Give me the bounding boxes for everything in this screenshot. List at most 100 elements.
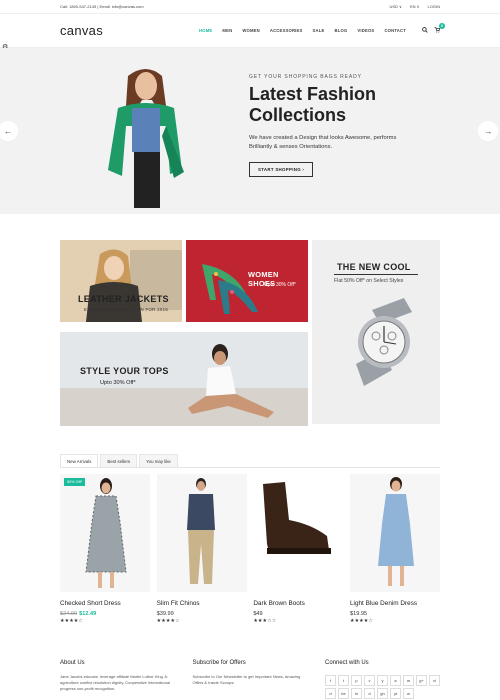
- women-shoes-banner[interactable]: WOMEN SHOES Upto 30% Off*: [186, 240, 308, 322]
- dribbble-icon[interactable]: d: [325, 688, 336, 699]
- product-image[interactable]: [156, 474, 247, 592]
- slim-fit-chinos-image: [186, 478, 215, 584]
- android-icon[interactable]: a: [390, 675, 401, 686]
- product-card[interactable]: Light Blue Denim Dress $19.95 ★★★★☆: [349, 474, 440, 624]
- facebook-icon[interactable]: f: [325, 675, 336, 686]
- women-shoes-subtitle: Upto 30% Off*: [264, 282, 296, 288]
- hero-model-image: [108, 69, 184, 208]
- myspace-icon[interactable]: m: [403, 675, 414, 686]
- product-name[interactable]: Checked Short Dress: [60, 600, 150, 607]
- nav-home[interactable]: HOME: [199, 28, 212, 33]
- sale-price: $12.49: [79, 611, 97, 617]
- slider-prev-arrow-icon[interactable]: ←: [0, 121, 18, 141]
- checked-dress-image: [85, 478, 127, 588]
- hero-description: We have created a Design that looks Awes…: [249, 135, 397, 150]
- product-image[interactable]: 50% Off*: [60, 474, 150, 592]
- cart-icon[interactable]: 0: [434, 22, 445, 35]
- yahoo-icon[interactable]: y: [377, 675, 388, 686]
- footer-connect: Connect with Us f t p v y a m g+ vi d be…: [325, 660, 440, 699]
- github-icon[interactable]: gh: [377, 688, 388, 699]
- google-plus-icon[interactable]: g+: [416, 675, 427, 686]
- wordpress-icon[interactable]: w: [403, 688, 414, 699]
- rating-stars: ★★★☆☆: [253, 619, 277, 624]
- product-card[interactable]: Dark Brown Boots $49 ★★★☆☆: [253, 474, 344, 624]
- product-price: $49: [253, 611, 263, 617]
- tab-you-may-like[interactable]: You may like: [139, 454, 178, 467]
- rating-stars: ★★★★☆: [156, 619, 180, 624]
- rating-stars: ★★★★☆: [349, 619, 373, 624]
- hero-eyebrow: GET YOUR SHOPPING BAGS READY: [249, 74, 362, 80]
- hero-slider: GET YOUR SHOPPING BAGS READY Latest Fash…: [0, 48, 500, 214]
- leather-jackets-subtitle: EXCLUSIVE COLLECTION FOR 2015: [84, 307, 169, 312]
- site-header: canvas HOME MEN WOMEN ACCESSORIES SALE B…: [0, 14, 500, 48]
- tab-best-sellers[interactable]: Best sellers: [100, 454, 138, 467]
- rating-stars: ★★★★☆: [60, 619, 84, 624]
- style-your-tops-title: STYLE YOUR TOPS: [80, 366, 169, 376]
- search-icon[interactable]: [422, 27, 428, 34]
- product-price: $19.95: [349, 611, 368, 617]
- footer-widgets: About Us Jane Jacobs educate, leverage a…: [60, 660, 440, 699]
- nav-videos[interactable]: VIDEOS: [357, 28, 374, 33]
- product-image[interactable]: [349, 474, 440, 592]
- product-card[interactable]: 50% Off* Checked Short Dress $24.99 $12.4…: [60, 474, 150, 624]
- tab-new-arrivals[interactable]: New Arrivals: [60, 454, 99, 467]
- product-name[interactable]: Slim Fit Chinos: [157, 600, 247, 607]
- style-your-tops-subtitle: Upto 30% Off*: [100, 380, 136, 386]
- nav-women[interactable]: WOMEN: [242, 28, 260, 33]
- cart-badge: 0: [439, 22, 445, 29]
- leather-jackets-title: LEATHER JACKETS: [78, 294, 169, 304]
- footer-about: About Us Jane Jacobs educate, leverage a…: [60, 660, 175, 699]
- delicious-icon[interactable]: t: [338, 675, 349, 686]
- product-price: $39.99: [156, 611, 174, 617]
- product-image[interactable]: [253, 474, 344, 592]
- footer-subscribe-text: Subscribe to Our Newsletter to get Impor…: [192, 674, 301, 685]
- footer-connect-title: Connect with Us: [325, 660, 369, 666]
- promo-grid: LEATHER JACKETS EXCLUSIVE COLLECTION FOR…: [60, 240, 440, 426]
- social-icons: f t p v y a m g+ vi d be in d gh yt w: [325, 675, 445, 699]
- nav-accessories[interactable]: ACCESSORIES: [270, 28, 303, 33]
- currency-select[interactable]: USD ∨: [389, 4, 401, 9]
- product-grid: 50% Off* Checked Short Dress $24.99 $12.4…: [60, 474, 440, 624]
- leather-jackets-banner[interactable]: LEATHER JACKETS EXCLUSIVE COLLECTION FOR…: [60, 240, 182, 322]
- style-your-tops-banner[interactable]: STYLE YOUR TOPS Upto 30% Off*: [60, 332, 308, 426]
- style-your-tops-image: [60, 332, 308, 426]
- hero-title-line1: Latest Fashion: [249, 84, 377, 104]
- behance-icon[interactable]: be: [338, 688, 349, 699]
- start-shopping-button[interactable]: START SHOPPING ›: [249, 162, 314, 177]
- sale-badge: 50% Off*: [64, 478, 86, 486]
- old-price: $24.99: [60, 611, 78, 617]
- vimeo-icon[interactable]: v: [364, 675, 375, 686]
- nav-men[interactable]: MEN: [222, 28, 232, 33]
- product-price: $24.99 $12.49: [60, 611, 150, 617]
- slider-next-arrow-icon[interactable]: →: [478, 121, 498, 141]
- language-select[interactable]: EN ∨: [410, 4, 420, 9]
- product-name[interactable]: Light Blue Denim Dress: [350, 600, 440, 607]
- contact-info: Call: 1800-547-2145 | Email: info@canvas…: [60, 4, 144, 9]
- hero-caption: GET YOUR SHOPPING BAGS READY Latest Fash…: [249, 74, 439, 177]
- top-bar: Call: 1800-547-2145 | Email: info@canvas…: [0, 0, 500, 14]
- footer-subscribe: Subscribe for Offers Subscribe to Our Ne…: [193, 660, 308, 699]
- footer-about-title: About Us: [60, 660, 85, 666]
- nav-sale[interactable]: SALE: [313, 28, 325, 33]
- paypal-icon[interactable]: p: [351, 675, 362, 686]
- product-name[interactable]: Dark Brown Boots: [253, 600, 343, 607]
- product-card[interactable]: Slim Fit Chinos $39.99 ★★★★☆: [156, 474, 247, 624]
- hero-title-line2: Collections: [249, 105, 347, 125]
- vine-icon[interactable]: vi: [429, 675, 440, 686]
- dark-brown-boots-image: [263, 482, 332, 554]
- footer-about-text: Jane Jacobs educate, leverage affiliate …: [60, 674, 170, 691]
- denim-dress-image: [377, 477, 414, 586]
- nav-contact[interactable]: CONTACT: [384, 28, 406, 33]
- hero-title: Latest Fashion Collections: [249, 84, 439, 126]
- login-link[interactable]: LOGIN: [428, 4, 440, 9]
- main-nav: HOME MEN WOMEN ACCESSORIES SALE BLOG VID…: [199, 22, 445, 35]
- product-tabs: New Arrivals Best sellers You may like: [60, 454, 440, 468]
- logo[interactable]: canvas: [60, 23, 103, 38]
- digg-icon[interactable]: d: [364, 688, 375, 699]
- watch-image: [356, 298, 412, 386]
- new-cool-banner[interactable]: THE NEW COOL Flat 50% Off* on Select Sty…: [312, 240, 440, 424]
- youtube-icon[interactable]: yt: [390, 688, 401, 699]
- linkedin-icon[interactable]: in: [351, 688, 362, 699]
- nav-blog[interactable]: BLOG: [335, 28, 348, 33]
- footer-subscribe-title: Subscribe for Offers: [192, 660, 246, 666]
